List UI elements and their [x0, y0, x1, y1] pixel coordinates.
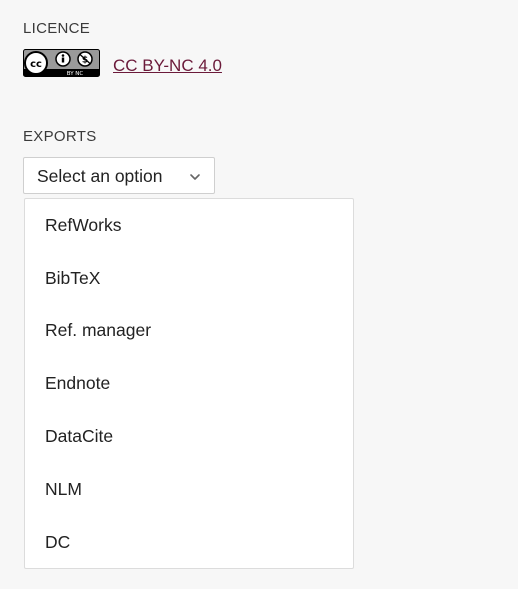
licence-link[interactable]: CC BY-NC 4.0: [113, 56, 222, 76]
exports-heading: EXPORTS: [23, 128, 97, 145]
export-options-dropdown: RefWorks BibTeX Ref. manager Endnote Dat…: [24, 198, 354, 569]
licence-row: cc $ BY NC CC BY-NC 4.0: [23, 49, 222, 77]
chevron-down-icon: [190, 174, 200, 180]
export-select[interactable]: Select an option: [23, 157, 215, 194]
option-datacite[interactable]: DataCite: [45, 426, 113, 447]
option-ref-manager[interactable]: Ref. manager: [45, 320, 151, 341]
export-select-value: Select an option: [37, 166, 163, 186]
licence-heading: LICENCE: [23, 20, 91, 37]
option-bibtex[interactable]: BibTeX: [45, 268, 100, 289]
option-refworks[interactable]: RefWorks: [45, 215, 122, 236]
option-nlm[interactable]: NLM: [45, 479, 82, 500]
cc-by-nc-icon[interactable]: cc $ BY NC: [23, 49, 100, 77]
page: LICENCE cc $ BY NC CC BY-NC 4.0 EXPORTS …: [0, 0, 518, 589]
cc-badge-text: BY NC: [67, 71, 84, 77]
option-endnote[interactable]: Endnote: [45, 373, 110, 394]
svg-text:cc: cc: [30, 59, 42, 70]
option-dc[interactable]: DC: [45, 532, 70, 553]
